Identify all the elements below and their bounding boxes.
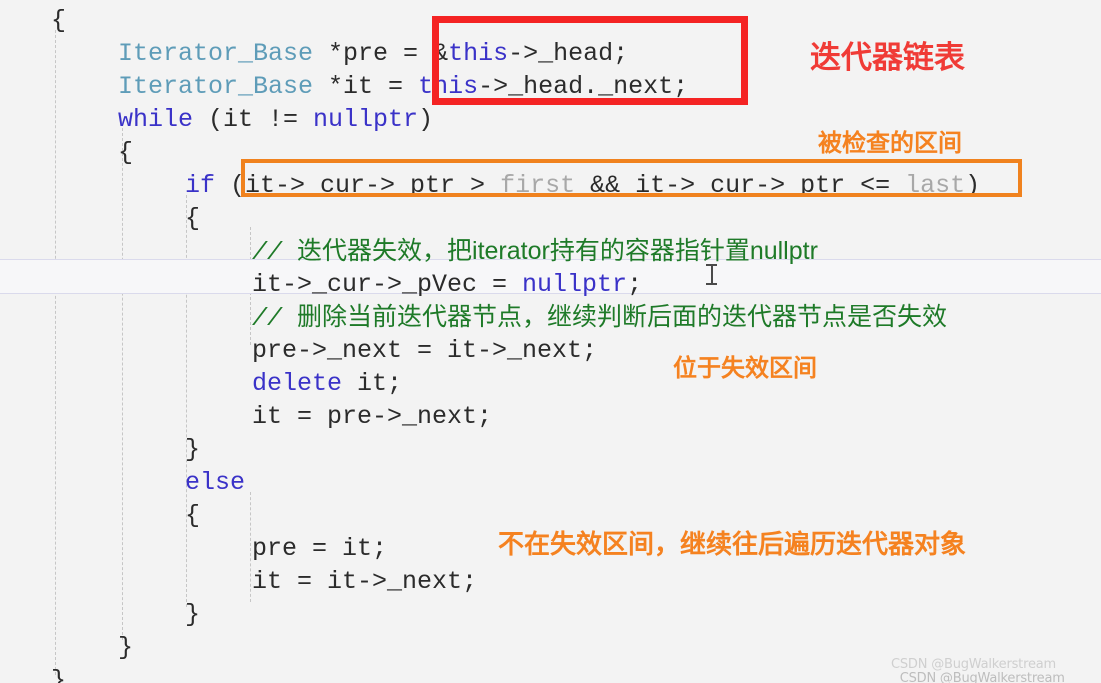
code-token-plain: it; bbox=[342, 369, 403, 398]
code-token-plain: it->_cur->_pVec = bbox=[252, 270, 523, 299]
code-token-plain: it = it->_next; bbox=[252, 567, 478, 596]
highlight-box-iterator-list bbox=[432, 16, 748, 105]
code-token-plain: { bbox=[185, 501, 201, 530]
code-token-comment: // 删除当前迭代器节点，继续判断后面的迭代器节点是否失效 bbox=[252, 303, 948, 333]
code-token-plain: } bbox=[118, 633, 134, 662]
code-line[interactable]: it->_cur->_pVec = nullptr; bbox=[252, 268, 642, 301]
indent-guide-3 bbox=[186, 195, 187, 607]
code-line[interactable]: } bbox=[118, 631, 133, 664]
annotation-in-invalid-range: 位于失效区间 bbox=[673, 354, 817, 382]
code-line[interactable]: } bbox=[185, 433, 200, 466]
code-token-plain: pre->_next = it->_next; bbox=[252, 336, 598, 365]
code-token-type: Iterator_Base bbox=[118, 39, 314, 68]
indent-guide-2 bbox=[122, 128, 123, 640]
code-token-plain: } bbox=[51, 666, 67, 683]
code-token-plain: (it != bbox=[193, 105, 314, 134]
code-token-plain: { bbox=[51, 6, 67, 35]
code-token-plain: } bbox=[185, 435, 201, 464]
code-line[interactable]: } bbox=[185, 598, 200, 631]
code-token-comment: // 迭代器失效，把iterator持有的容器指针置nullptr bbox=[252, 237, 818, 267]
code-line[interactable]: it = pre->_next; bbox=[252, 400, 492, 433]
code-line[interactable]: { bbox=[118, 136, 133, 169]
code-line[interactable]: { bbox=[185, 499, 200, 532]
code-line[interactable]: { bbox=[185, 202, 200, 235]
code-line[interactable]: else bbox=[185, 466, 245, 499]
annotation-iterator-list: 迭代器链表 bbox=[810, 40, 965, 76]
code-token-plain: it = pre->_next; bbox=[252, 402, 493, 431]
code-line[interactable]: while (it != nullptr) bbox=[118, 103, 433, 136]
code-token-plain: *it = bbox=[313, 72, 419, 101]
code-token-kw: nullptr bbox=[313, 105, 419, 134]
code-token-kw: delete bbox=[252, 369, 343, 398]
indent-guide-1 bbox=[55, 30, 56, 675]
code-token-plain: { bbox=[118, 138, 134, 167]
comment-slashes: // bbox=[252, 304, 298, 333]
code-token-plain: ; bbox=[627, 270, 643, 299]
code-line[interactable]: // 删除当前迭代器节点，继续判断后面的迭代器节点是否失效 bbox=[252, 301, 947, 335]
annotation-not-in-invalid-range: 不在失效区间，继续往后遍历迭代器对象 bbox=[498, 530, 967, 560]
code-token-plain: { bbox=[185, 204, 201, 233]
comment-slashes: // bbox=[252, 238, 298, 267]
watermark-text-back: CSDN @BugWalkerstream bbox=[899, 671, 1065, 683]
watermark-text-front: CSDN @BugWalkerstream bbox=[891, 657, 1056, 672]
code-line[interactable]: pre->_next = it->_next; bbox=[252, 334, 597, 367]
annotation-checked-range: 被检查的区间 bbox=[818, 129, 962, 157]
code-token-kw: else bbox=[185, 468, 246, 497]
watermark: CSDN @BugWalkerstream CSDN @BugWalkerstr… bbox=[884, 656, 1065, 683]
code-token-kw: if bbox=[185, 171, 216, 200]
code-screenshot: {Iterator_Base *pre = &this->_head; Itera… bbox=[0, 0, 1101, 683]
code-line[interactable]: pre = it; bbox=[252, 532, 387, 565]
code-line[interactable]: it = it->_next; bbox=[252, 565, 477, 598]
highlight-box-checked-range bbox=[241, 159, 1022, 197]
code-line[interactable]: delete it; bbox=[252, 367, 402, 400]
code-token-plain: pre = it; bbox=[252, 534, 388, 563]
code-token-kw: nullptr bbox=[522, 270, 628, 299]
code-line[interactable]: } bbox=[51, 664, 66, 683]
code-token-plain: ) bbox=[418, 105, 434, 134]
code-token-type: Iterator_Base bbox=[118, 72, 314, 101]
code-token-plain: *pre = bbox=[313, 39, 434, 68]
indent-guide-5 bbox=[250, 492, 251, 602]
code-line[interactable]: // 迭代器失效，把iterator持有的容器指针置nullptr bbox=[252, 235, 818, 269]
code-line[interactable]: { bbox=[51, 4, 66, 37]
code-token-plain: } bbox=[185, 600, 201, 629]
code-token-kw: while bbox=[118, 105, 194, 134]
